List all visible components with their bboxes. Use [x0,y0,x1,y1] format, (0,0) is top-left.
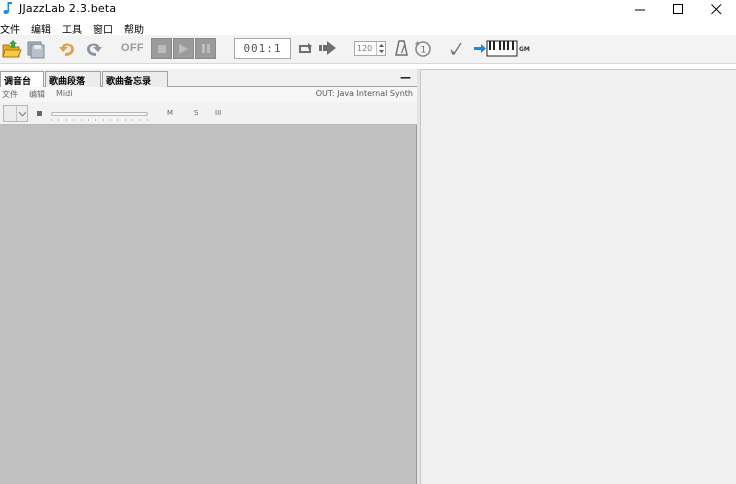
maximize-window-button[interactable] [660,0,696,18]
mixer-panel: 调音台 歌曲段落 歌曲备忘录 — 文件 编辑 Midi OUT: Java In… [0,69,417,484]
volume-slider-ticks [51,119,148,122]
panel-tabs: 调音台 歌曲段落 歌曲备忘录 — [0,69,417,87]
pause-button[interactable] [195,38,216,59]
instrument-combo[interactable] [3,105,28,122]
play-button[interactable] [173,38,194,59]
mixer-menu-file[interactable]: 文件 [2,89,18,100]
menu-edit[interactable]: 编辑 [31,19,51,36]
note-icon[interactable] [450,42,462,56]
tab-song-parts[interactable]: 歌曲段落 [45,71,101,87]
stop-icon [157,44,166,53]
tab-song-memo[interactable]: 歌曲备忘录 [102,71,168,87]
play-icon [179,43,188,54]
metronome-icon[interactable] [395,40,408,56]
tempo-value: 120 [357,44,373,53]
gm-label: GM [519,46,530,53]
menu-help[interactable]: 帮助 [124,19,144,36]
close-window-button[interactable] [698,0,734,18]
track-row: M S III [0,102,417,125]
menu-bar: 文件 编辑 工具 窗口 帮助 [0,19,736,36]
minimize-icon [634,9,645,10]
open-folder-icon[interactable] [2,39,22,59]
menu-file[interactable]: 文件 [0,19,20,36]
pause-icon [201,44,210,53]
mute-button[interactable]: M [167,109,173,117]
spin-down-icon[interactable] [378,50,384,54]
menu-tools[interactable]: 工具 [62,19,82,36]
maximize-icon [672,3,683,14]
track-stop-icon[interactable] [37,111,42,116]
volume-slider[interactable] [51,112,148,116]
save-icon[interactable] [26,39,46,59]
minimize-panel-button[interactable]: — [400,71,411,84]
title-bar: JJazzLab 2.3.beta [0,0,736,18]
window-title: JJazzLab 2.3.beta [19,2,117,15]
off-toggle-button[interactable]: OFF [121,42,144,54]
music-note-icon [3,2,12,14]
song-position-display: 001:1 [234,38,291,59]
forward-icon[interactable] [319,41,337,55]
midi-keyboard-icon[interactable] [474,40,518,57]
precount-icon[interactable]: 1 [414,40,432,57]
stop-button[interactable] [151,38,172,59]
mixer-menu-midi[interactable]: Midi [56,89,72,98]
svg-text:1: 1 [421,46,427,56]
mixer-submenu: 文件 编辑 Midi OUT: Java Internal Synth [0,87,417,102]
editor-panel [420,69,736,484]
output-device-label: OUT: Java Internal Synth [315,89,413,98]
track-extra-button[interactable]: III [215,109,221,117]
combo-arrow[interactable] [16,106,27,121]
close-icon [710,3,721,14]
chevron-down-icon [18,111,26,116]
undo-icon[interactable] [58,39,78,59]
tempo-spin-arrows[interactable] [376,42,385,55]
redo-icon[interactable] [83,39,103,59]
menu-window[interactable]: 窗口 [93,19,113,36]
tab-mixer[interactable]: 调音台 [0,71,44,87]
spin-up-icon[interactable] [378,43,384,47]
tempo-spinner[interactable]: 120 [354,41,386,56]
loop-icon[interactable] [298,42,314,56]
solo-button[interactable]: S [194,109,198,117]
mixer-menu-edit[interactable]: 编辑 [29,89,45,100]
minimize-window-button[interactable] [622,0,658,18]
